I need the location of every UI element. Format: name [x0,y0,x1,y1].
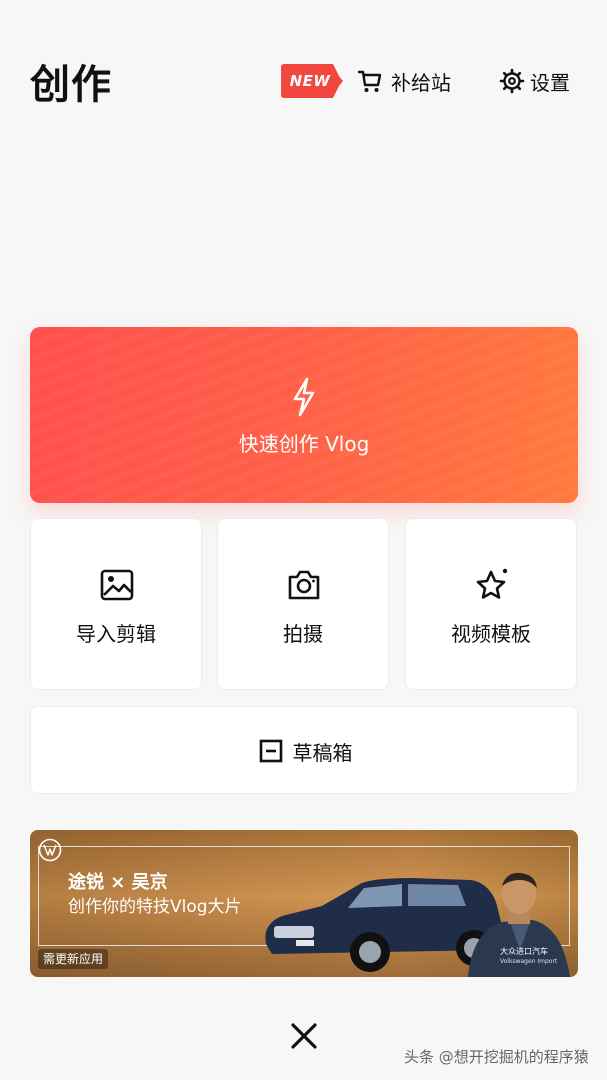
ad-subline: 创作你的特技Vlog大片 [68,897,242,917]
shoot-button[interactable]: 拍摄 [217,518,389,690]
ad-banner[interactable]: 途锐 × 吴京 创作你的特技Vlog大片 需更新应用 大众进口汽车 Volksw… [30,830,578,977]
import-edit-button[interactable]: 导入剪辑 [30,518,202,690]
image-icon [100,569,134,601]
new-badge-text: NEW [289,72,331,90]
settings-button[interactable]: 设置 [499,62,570,100]
header: 创作 NEW 补给站 设置 [0,0,607,160]
cart-icon [357,70,382,92]
ad-headline: 途锐 × 吴京 [68,872,168,893]
import-edit-label: 导入剪辑 [76,622,156,646]
video-template-label: 视频模板 [451,622,531,646]
draft-box-button[interactable]: 草稿箱 [30,706,578,794]
page-title: 创作 [30,62,112,108]
settings-label: 设置 [530,70,570,95]
ad-brand: 大众进口汽车 [500,947,548,956]
ad-brand-sub: Volkswagen Import [500,958,558,965]
camera-icon [288,570,320,600]
quick-create-vlog-button[interactable]: 快速创作 Vlog [30,327,578,503]
supply-station-button[interactable]: 补给站 [356,62,451,100]
lightning-icon [293,377,315,417]
ad-update-tag: 需更新应用 [38,949,109,969]
brand-logo-icon [38,838,62,862]
close-icon[interactable] [288,1020,320,1052]
shoot-label: 拍摄 [283,622,323,646]
new-badge: NEW [281,64,343,98]
draft-box-label: 草稿箱 [292,740,353,765]
draft-box-icon [259,739,282,763]
watermark: 头条 @想开挖掘机的程序猿 [404,1048,589,1066]
star-icon [476,568,508,599]
draft-box-content: 草稿箱 [31,707,579,795]
quick-create-label: 快速创作 Vlog [238,432,370,456]
gear-icon [499,68,525,94]
video-template-button[interactable]: 视频模板 [405,518,577,690]
supply-station-label: 补给站 [391,70,451,95]
